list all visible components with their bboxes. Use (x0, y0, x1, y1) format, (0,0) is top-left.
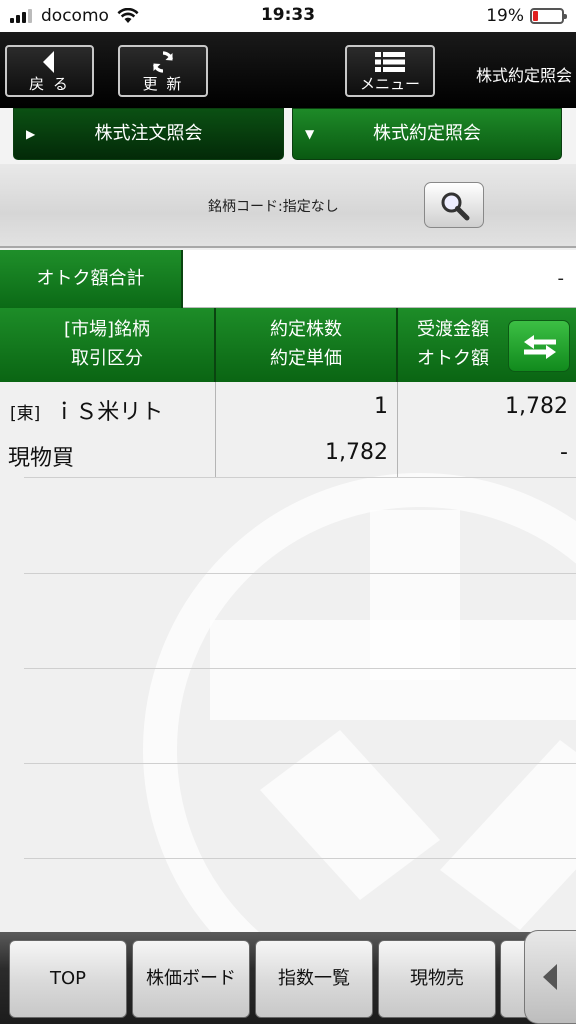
back-arrow-icon (7, 49, 92, 75)
swap-arrows-icon (524, 335, 556, 359)
watermark-logo (143, 473, 576, 980)
back-button[interactable]: 戻 る (5, 45, 94, 97)
row-divider (24, 858, 576, 859)
back-button-label: 戻 る (29, 75, 70, 93)
header-amount-line1: 受渡金額 (417, 319, 489, 340)
chevron-down-icon: ▼ (305, 127, 315, 141)
search-bar: 銘柄コード:指定なし (0, 164, 576, 248)
total-value: - (557, 268, 565, 289)
cell-market-symbol: [東] ｉＳ米リト (10, 394, 163, 426)
header-trade-type-line2: 取引区分 (71, 348, 143, 369)
tab-order-inquiry[interactable]: ▶ 株式注文照会 (13, 108, 284, 160)
refresh-button-label: 更 新 (142, 75, 184, 93)
refresh-icon (120, 49, 206, 75)
battery-fill (533, 11, 539, 21)
page-title: 株式約定照会 (475, 66, 572, 85)
total-row: オトク額合計 - (0, 250, 576, 308)
header-shares-price: 約定株数 約定単価 (216, 308, 398, 382)
toolbar-top-button[interactable]: TOP (9, 940, 127, 1018)
cell-symbol: ｉＳ米リト (53, 400, 164, 425)
cell-amount: 1,782 (505, 394, 568, 419)
list-menu-icon (347, 49, 433, 75)
row-divider (24, 573, 576, 574)
header-otoku-line2: オトク額 (417, 348, 489, 369)
search-button[interactable] (424, 182, 484, 228)
tab-execution-inquiry[interactable]: ▼ 株式約定照会 (292, 108, 562, 160)
header-price-line2: 約定単価 (270, 348, 342, 369)
column-divider (397, 382, 398, 478)
row-divider (24, 477, 576, 478)
menu-button[interactable]: メニュー (345, 45, 435, 97)
cell-market: [東] (10, 404, 41, 424)
cell-otoku: - (560, 440, 568, 465)
status-bar: docomo 19:33 19% (0, 0, 576, 32)
tab-execution-inquiry-label: 株式約定照会 (373, 123, 481, 144)
cell-unit-price: 1,782 (325, 440, 388, 465)
swap-columns-button[interactable] (508, 320, 570, 372)
table-header: [市場]銘柄 取引区分 約定株数 約定単価 受渡金額 オトク額 (0, 308, 576, 382)
toolbar-scroll-button[interactable] (524, 930, 576, 1024)
magnifier-icon (441, 192, 470, 221)
tab-bar: ▶ 株式注文照会 ▼ 株式約定照会 (0, 108, 576, 164)
cell-trade-type: 現物買 (8, 446, 75, 471)
header-market-symbol-line1: [市場]銘柄 (63, 319, 151, 340)
refresh-button[interactable]: 更 新 (118, 45, 208, 97)
status-right: 19% (486, 6, 567, 26)
total-label: オトク額合計 (0, 250, 183, 308)
battery-icon (530, 8, 567, 24)
row-divider (24, 763, 576, 764)
bottom-toolbar: TOP 株価ボード 指数一覧 現物売 (0, 932, 576, 1024)
chevron-left-icon (543, 964, 557, 990)
header-amount-otoku: 受渡金額 オトク額 (398, 308, 508, 382)
cell-shares: 1 (374, 394, 388, 419)
battery-percent: 19% (486, 6, 524, 26)
tab-order-inquiry-label: 株式注文照会 (94, 123, 203, 144)
app-root: docomo 19:33 19% 戻 る 更 新 メニュー 株式約定照会 ▶ 株… (0, 0, 576, 1024)
stock-code-filter: 銘柄コード:指定なし (208, 199, 339, 215)
header-shares-line1: 約定株数 (270, 319, 342, 340)
chevron-right-icon: ▶ (26, 127, 36, 141)
row-divider (24, 668, 576, 669)
table-row[interactable]: [東] ｉＳ米リト 現物買 1 1,782 1,782 - (0, 382, 576, 478)
nav-bar: 戻 る 更 新 メニュー 株式約定照会 (0, 32, 576, 108)
toolbar-index-list-button[interactable]: 指数一覧 (255, 940, 373, 1018)
toolbar-stock-board-button[interactable]: 株価ボード (132, 940, 250, 1018)
header-market-symbol: [市場]銘柄 取引区分 (0, 308, 216, 382)
column-divider (215, 382, 216, 478)
toolbar-spot-sell-button[interactable]: 現物売 (378, 940, 496, 1018)
menu-button-label: メニュー (359, 75, 420, 93)
